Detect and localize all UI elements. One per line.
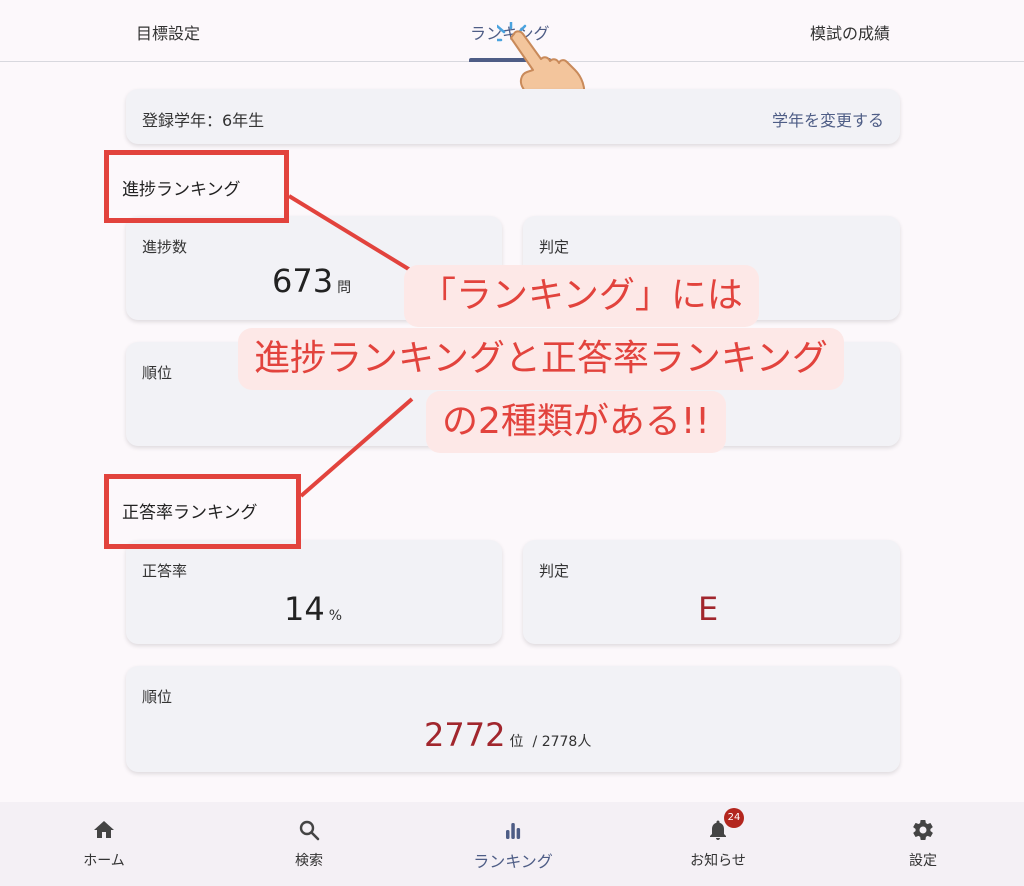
accuracy-rate-card: 正答率 14% [126, 540, 502, 644]
accuracy-rank-unit: 位 [509, 734, 524, 750]
tab-mock-exam-results[interactable]: 模試の成績 [810, 20, 890, 44]
accuracy-rate-value: 14 [284, 590, 325, 628]
gear-icon [913, 820, 933, 840]
accuracy-rank-value-row: 2772 位 / 2778人 [424, 716, 591, 754]
nav-search[interactable]: 検索 [229, 802, 389, 886]
accuracy-rank-label: 順位 [142, 688, 173, 706]
progress-count-value-row: 673 問 [272, 262, 351, 300]
progress-count-unit: 問 [337, 280, 352, 296]
accuracy-rank-total: / 2778人 [532, 734, 592, 750]
nav-notifications-label: お知らせ [690, 853, 746, 869]
callout-line-1: 「ランキング」には [404, 265, 759, 327]
nav-ranking-label: ランキング [473, 852, 553, 871]
accuracy-rate-unit: % [328, 608, 343, 624]
progress-ranking-highlight-box [104, 150, 289, 223]
registered-grade: 登録学年：6年生 [142, 111, 265, 130]
nav-settings[interactable]: 設定 [843, 802, 1003, 886]
nav-settings-label: 設定 [909, 853, 937, 869]
search-icon [299, 820, 320, 841]
tab-goal-setting[interactable]: 目標設定 [136, 20, 200, 44]
accuracy-rate-label: 正答率 [142, 562, 188, 580]
home-icon [94, 821, 114, 838]
nav-notifications[interactable]: 24 お知らせ [638, 802, 798, 886]
notification-count-badge: 24 [724, 808, 744, 828]
bottom-navigation: ホーム 検索 ランキング 24 お知らせ 設定 [0, 802, 1024, 886]
accuracy-rate-value-row: 14% [284, 590, 342, 628]
grade-bar: 登録学年：6年生 学年を変更する [126, 89, 900, 144]
callout-line-2: 進捗ランキングと正答率ランキング [238, 328, 844, 390]
accuracy-judge-card: 判定 E [523, 540, 900, 644]
callout-line-3: の2種類がある!! [426, 391, 726, 453]
nav-home-label: ホーム [83, 853, 125, 869]
accuracy-judge-label: 判定 [539, 562, 570, 580]
accuracy-rank-card: 順位 2772 位 / 2778人 [126, 666, 900, 772]
nav-ranking[interactable]: ランキング [433, 802, 593, 886]
bar-chart-icon [506, 823, 521, 839]
accuracy-rank-value: 2772 [424, 716, 506, 754]
progress-count-value: 673 [272, 262, 334, 300]
nav-home[interactable]: ホーム [24, 802, 184, 886]
change-grade-link[interactable]: 学年を変更する [772, 107, 884, 131]
nav-search-label: 検索 [295, 853, 323, 869]
progress-judge-label: 判定 [539, 238, 570, 256]
accuracy-ranking-highlight-box [104, 474, 301, 549]
accuracy-judge-value: E [698, 590, 719, 628]
progress-rank-label: 順位 [142, 364, 173, 382]
progress-count-label: 進捗数 [142, 238, 188, 256]
